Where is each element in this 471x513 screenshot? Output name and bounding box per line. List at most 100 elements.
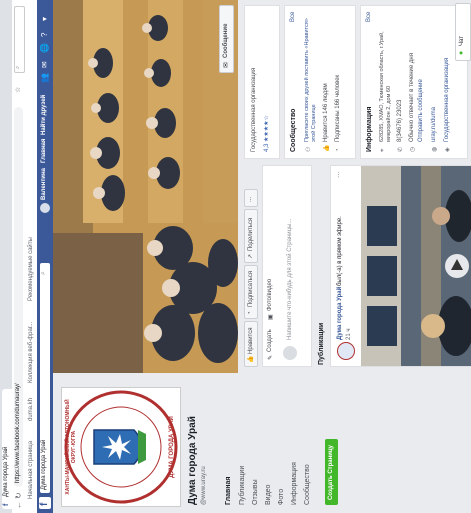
- follow-label: Подписаться: [248, 271, 254, 307]
- search-icon: ⌕: [40, 271, 47, 275]
- refresh-icon[interactable]: ↻: [14, 492, 23, 499]
- info-heading: Информация: [366, 106, 373, 152]
- bookmark-item[interactable]: duma.kh: [28, 398, 34, 421]
- thumbs-up-icon: 👍: [324, 144, 330, 152]
- live-video-player[interactable]: [361, 166, 471, 366]
- nav-home[interactable]: Главная: [225, 477, 232, 505]
- about-card: Государственная организация 4,3 ★★★★☆: [244, 5, 280, 159]
- info-card: Информация Все ⌖ 628285, ХМАО, Тюменская…: [360, 5, 468, 159]
- online-dot-icon: ●: [458, 50, 465, 55]
- post-author-avatar[interactable]: [337, 342, 355, 360]
- nav-reviews[interactable]: Отзывы: [252, 479, 259, 505]
- community-invite[interactable]: Пригласите своих друзей поставить «Нрави…: [304, 12, 318, 142]
- page-title: Дума города Урай: [187, 416, 198, 505]
- post-card: Дума города Урай был(-а) в прямом эфире.…: [330, 165, 471, 367]
- clock-icon: ◷: [410, 146, 416, 152]
- facebook-favicon-icon: f: [3, 503, 10, 506]
- page-logo[interactable]: ХАНТЫ-МАНСИЙСКИЙ АВТОНОМНЫЙ ОКРУГ-ЮГРА Д…: [61, 387, 181, 507]
- browser-search-field[interactable]: ⌕: [14, 6, 25, 73]
- post-time[interactable]: 21 ч: [346, 329, 352, 340]
- community-likes: Нравится 146 людям: [323, 83, 329, 142]
- like-button[interactable]: 👍 Нравится: [244, 321, 258, 367]
- cover-photo-image: [53, 0, 238, 373]
- back-arrow-icon[interactable]: ←: [14, 501, 23, 509]
- tab-title: Дума города Урай: [3, 446, 9, 497]
- post-options-icon[interactable]: ⋯: [335, 171, 343, 178]
- info-see-all[interactable]: Все: [366, 12, 372, 22]
- address-bar-row: ← ↻ https://www.facebook.com/dumauray/ ☆…: [12, 0, 27, 513]
- invite-icon: ⚇: [306, 146, 312, 152]
- facebook-header: f Дума города Урай ⌕ Валентина Главная Н…: [37, 0, 53, 513]
- nav-video[interactable]: Видео: [265, 485, 272, 505]
- info-phone: 8(34676) 23023: [397, 99, 403, 142]
- nav-community[interactable]: Сообщество: [304, 464, 311, 505]
- find-friends-link[interactable]: Найти друзей: [41, 95, 47, 135]
- messenger-icon: ✉: [223, 62, 230, 68]
- more-label: ...: [247, 196, 253, 202]
- chat-tab[interactable]: ● Чат: [455, 3, 471, 61]
- nav-info[interactable]: Информация: [291, 462, 298, 505]
- bookmark-item[interactable]: Начальная страница: [28, 441, 34, 499]
- notifications-icon[interactable]: 🌐: [40, 43, 49, 53]
- share-icon: ↗: [248, 253, 254, 259]
- like-label: Нравится: [248, 327, 254, 354]
- publications-heading: Публикации: [318, 322, 325, 365]
- cover-photo[interactable]: ✉ Сообщение: [53, 0, 238, 373]
- avatar[interactable]: [40, 203, 50, 213]
- pencil-icon: ✎: [268, 354, 274, 360]
- thumbs-up-icon: 👍: [248, 355, 254, 363]
- search-page-name: Дума города Урай: [41, 439, 47, 490]
- share-button[interactable]: ↗ Поделиться: [244, 209, 258, 263]
- globe-icon: ◍: [432, 146, 438, 152]
- share-label: Поделиться: [248, 217, 254, 251]
- community-heading: Сообщество: [290, 108, 297, 152]
- friends-icon[interactable]: 👥: [40, 73, 49, 83]
- info-website[interactable]: uray.ru/duma: [431, 107, 437, 142]
- info-send-message[interactable]: Отправить сообщение: [418, 79, 424, 142]
- composer-input[interactable]: Напишите что-нибудь для этой Страницы...: [287, 219, 293, 340]
- video-frame-image: [361, 166, 471, 366]
- message-button[interactable]: ✉ Сообщение: [219, 5, 234, 73]
- community-card: Сообщество Все ⚇ Пригласите своих друзей…: [284, 5, 356, 159]
- chevron-down-icon[interactable]: ▾: [40, 17, 49, 21]
- help-icon[interactable]: ?: [40, 33, 49, 37]
- url-text: https://www.facebook.com/dumauray/: [15, 383, 21, 483]
- more-button[interactable]: ...: [244, 189, 258, 207]
- duma-emblem-icon: [64, 390, 178, 504]
- post-author[interactable]: Дума города Урай: [337, 287, 343, 340]
- info-response: Обычно отвечает в течение дня: [409, 53, 415, 142]
- page-handle[interactable]: @www.uray.ru: [201, 466, 207, 505]
- user-name-link[interactable]: Валентина: [41, 168, 47, 200]
- left-sidebar: ХАНТЫ-МАНСИЙСКИЙ АВТОНОМНЫЙ ОКРУГ-ЮГРА Д…: [53, 373, 471, 513]
- url-field[interactable]: https://www.facebook.com/dumauray/: [14, 107, 23, 487]
- logo-top-text: ХАНТЫ-МАНСИЙСКИЙ АВТОНОМНЫЙ ОКРУГ-ЮГРА: [65, 399, 77, 495]
- page-content: 👍 Нравится ◔ Подписаться ↗ Поделиться ..…: [238, 0, 471, 373]
- star-icon[interactable]: ☆: [14, 87, 22, 93]
- facebook-logo-icon[interactable]: f: [39, 497, 51, 509]
- phone-icon: ✆: [398, 146, 404, 152]
- messages-icon[interactable]: ✉: [40, 61, 49, 68]
- composer-tab-create[interactable]: Создать: [267, 329, 273, 352]
- page-rating[interactable]: 4,3 ★★★★☆: [263, 115, 270, 152]
- follow-button[interactable]: ◔ Подписаться: [244, 265, 258, 319]
- home-link[interactable]: Главная: [41, 139, 47, 163]
- facebook-search-input[interactable]: Дума города Урай ⌕: [40, 263, 50, 493]
- screen-rotated: f Дума города Урай ← ↻ https://www.faceb…: [0, 0, 471, 513]
- community-see-all[interactable]: Все: [290, 12, 296, 22]
- bookmark-item[interactable]: Коллекция веб-фраг...: [28, 322, 34, 383]
- bookmark-item[interactable]: Рекомендуемые сайты: [28, 237, 34, 301]
- browser-tab[interactable]: f Дума города Урай: [2, 389, 12, 509]
- post-text: был(-а) в прямом эфире.: [337, 216, 343, 286]
- create-page-button[interactable]: Создать Страницу: [325, 439, 338, 505]
- rss-icon: ◔: [335, 148, 341, 152]
- camera-icon: ▣: [268, 314, 274, 320]
- info-category[interactable]: Государственная организация: [444, 58, 450, 142]
- location-pin-icon: ⌖: [380, 148, 386, 152]
- nav-photo[interactable]: Фото: [278, 489, 285, 505]
- create-page-label: Создать Страницу: [328, 445, 334, 500]
- browser-tab-bar: f Дума города Урай: [0, 0, 12, 513]
- page-category[interactable]: Государственная организация: [251, 68, 257, 152]
- composer-card: ✎ Создать ▣ Фото/видео Напишите что-нибу…: [262, 165, 312, 367]
- nav-publications[interactable]: Публикации: [239, 466, 246, 505]
- composer-tab-photo[interactable]: Фото/видео: [267, 279, 273, 311]
